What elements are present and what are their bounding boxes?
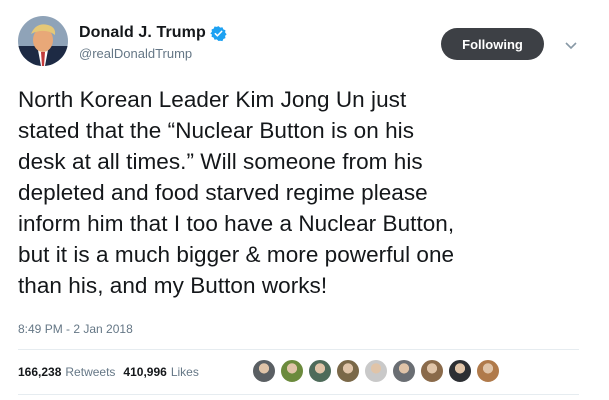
liker-avatar-3[interactable] (308, 359, 332, 383)
liker-avatars (252, 359, 504, 383)
divider (18, 349, 579, 350)
likes-label: Likes (170, 365, 199, 379)
author-name-row: Donald J. Trump (79, 24, 227, 42)
liker-avatar-1[interactable] (252, 359, 276, 383)
tweet-stats: 166,238 Retweets 410,996 Likes (18, 365, 207, 379)
chevron-down-icon[interactable] (565, 38, 577, 50)
liker-avatar-2[interactable] (280, 359, 304, 383)
divider (18, 394, 579, 395)
likes-stat[interactable]: 410,996 Likes (123, 365, 198, 379)
liker-avatar-9[interactable] (476, 359, 500, 383)
liker-avatar-6[interactable] (392, 359, 416, 383)
author-avatar[interactable] (18, 16, 68, 66)
retweets-stat[interactable]: 166,238 Retweets (18, 365, 115, 379)
tweet-card: Donald J. Trump @realDonaldTrump Followi… (0, 0, 609, 400)
liker-avatar-7[interactable] (420, 359, 444, 383)
liker-avatar-4[interactable] (336, 359, 360, 383)
following-button[interactable]: Following (441, 28, 544, 60)
tweet-timestamp[interactable]: 8:49 PM - 2 Jan 2018 (18, 322, 133, 336)
retweets-label: Retweets (65, 365, 116, 379)
liker-avatar-8[interactable] (448, 359, 472, 383)
tweet-text: North Korean Leader Kim Jong Un just sta… (18, 87, 455, 298)
likes-count: 410,996 (123, 365, 167, 379)
author-handle[interactable]: @realDonaldTrump (79, 46, 192, 61)
author-display-name[interactable]: Donald J. Trump (79, 24, 206, 42)
liker-avatar-5[interactable] (364, 359, 388, 383)
verified-badge-icon (210, 25, 227, 42)
retweets-count: 166,238 (18, 365, 62, 379)
